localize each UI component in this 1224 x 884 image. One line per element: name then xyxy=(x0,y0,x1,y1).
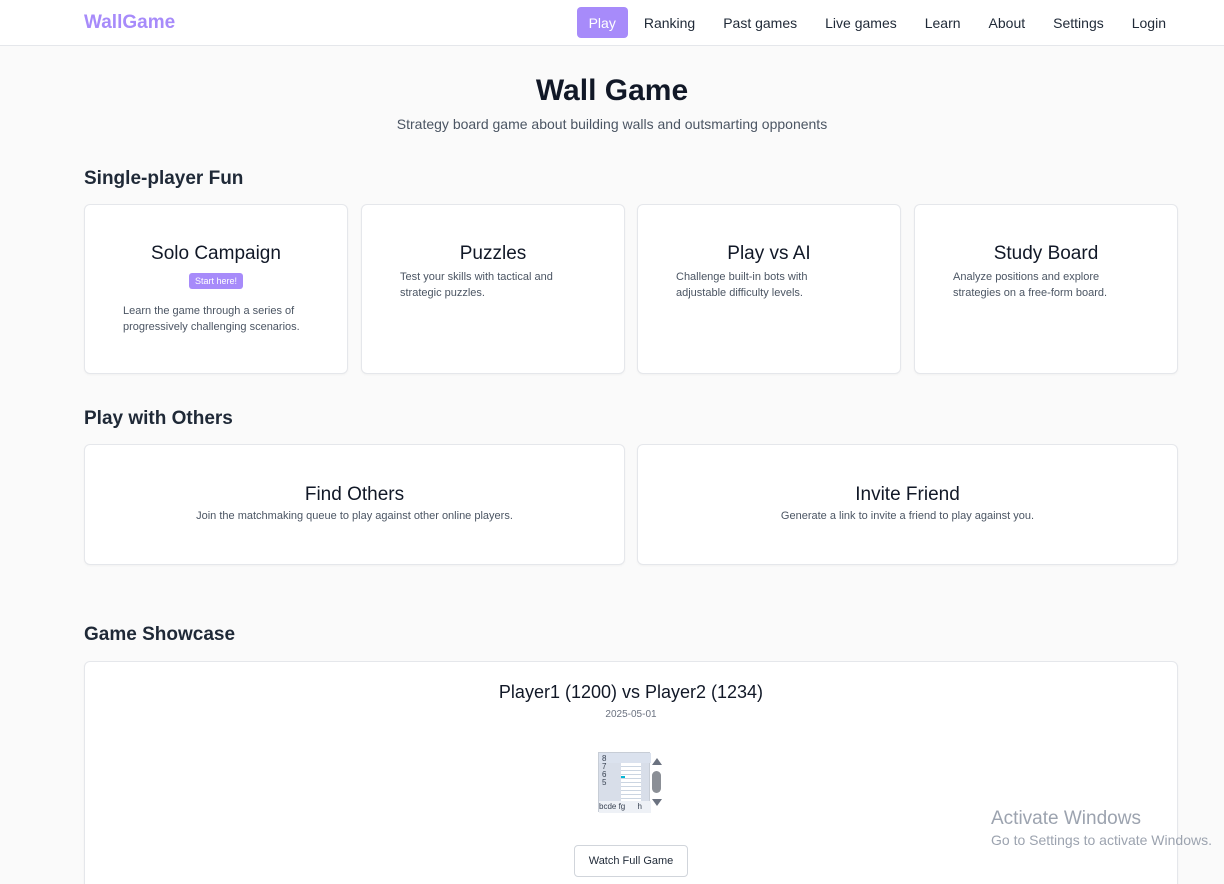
nav-play[interactable]: Play xyxy=(576,7,628,38)
watermark-line2: Go to Settings to activate Windows. xyxy=(991,832,1212,848)
card-desc: Join the matchmaking queue to play again… xyxy=(196,510,513,522)
card-title: Puzzles xyxy=(459,243,527,264)
game-showcase-heading: Game Showcase xyxy=(84,624,236,645)
nav-learn[interactable]: Learn xyxy=(913,7,973,38)
study-board-card[interactable]: Study Board Analyze positions and explor… xyxy=(914,204,1178,374)
rank-label: 5 xyxy=(602,778,607,787)
card-desc: Analyze positions and explore strategies… xyxy=(953,271,1108,299)
showcase-card: Player1 (1200) vs Player2 (1234) 2025-05… xyxy=(84,661,1178,884)
card-desc: Test your skills with tactical and strat… xyxy=(400,271,553,299)
nav-live-games[interactable]: Live games xyxy=(813,7,909,38)
file-label-h: h xyxy=(637,802,642,811)
navbar: WallGame Play Ranking Past games Live ga… xyxy=(0,0,1224,46)
showcase-match-title: Player1 (1200) vs Player2 (1234) xyxy=(498,682,764,702)
single-player-heading: Single-player Fun xyxy=(84,168,244,189)
card-desc: Learn the game through a series of progr… xyxy=(123,305,300,333)
card-desc: Generate a link to invite a friend to pl… xyxy=(780,510,1035,522)
invite-friend-card[interactable]: Invite Friend Generate a link to invite … xyxy=(637,444,1178,565)
pawn-marker-icon xyxy=(621,776,625,778)
hero: Wall Game Strategy board game about buil… xyxy=(0,74,1224,132)
card-title: Invite Friend xyxy=(855,484,960,505)
page-subtitle: Strategy board game about building walls… xyxy=(396,116,828,132)
nav-about[interactable]: About xyxy=(977,7,1038,38)
page-title: Wall Game xyxy=(535,74,689,107)
puzzles-card[interactable]: Puzzles Test your skills with tactical a… xyxy=(361,204,625,374)
activate-windows-watermark: Activate Windows Go to Settings to activ… xyxy=(991,808,1212,848)
watermark-line1: Activate Windows xyxy=(991,808,1141,829)
board-scrollbar[interactable] xyxy=(652,758,662,810)
scroll-thumb[interactable] xyxy=(652,771,661,793)
nav-settings[interactable]: Settings xyxy=(1041,7,1116,38)
brand-logo[interactable]: WallGame xyxy=(84,12,175,34)
card-title: Find Others xyxy=(304,484,405,505)
card-title: Study Board xyxy=(993,243,1099,264)
scroll-down-icon[interactable] xyxy=(652,799,662,806)
card-title: Solo Campaign xyxy=(151,243,281,264)
card-desc: Challenge built-in bots with adjustable … xyxy=(676,271,808,299)
nav-past-games[interactable]: Past games xyxy=(711,7,809,38)
nav-login[interactable]: Login xyxy=(1120,7,1178,38)
play-vs-ai-card[interactable]: Play vs AI Challenge built-in bots with … xyxy=(637,204,901,374)
solo-campaign-card[interactable]: Solo Campaign Start here! Learn the game… xyxy=(84,204,348,374)
showcase-date: 2025-05-01 xyxy=(605,709,657,720)
start-here-badge: Start here! xyxy=(188,273,244,289)
play-with-others-heading: Play with Others xyxy=(84,408,233,429)
file-labels: bcde fg xyxy=(599,802,626,811)
watch-full-game-button[interactable]: Watch Full Game xyxy=(574,845,688,877)
nav-ranking[interactable]: Ranking xyxy=(632,7,707,38)
nav-links: Play Ranking Past games Live games Learn… xyxy=(576,7,1178,38)
card-title: Play vs AI xyxy=(727,243,811,264)
scroll-up-icon[interactable] xyxy=(652,758,662,765)
find-others-card[interactable]: Find Others Join the matchmaking queue t… xyxy=(84,444,625,565)
mini-game-board[interactable]: 8 7 6 5 bcde fg h xyxy=(598,752,651,813)
